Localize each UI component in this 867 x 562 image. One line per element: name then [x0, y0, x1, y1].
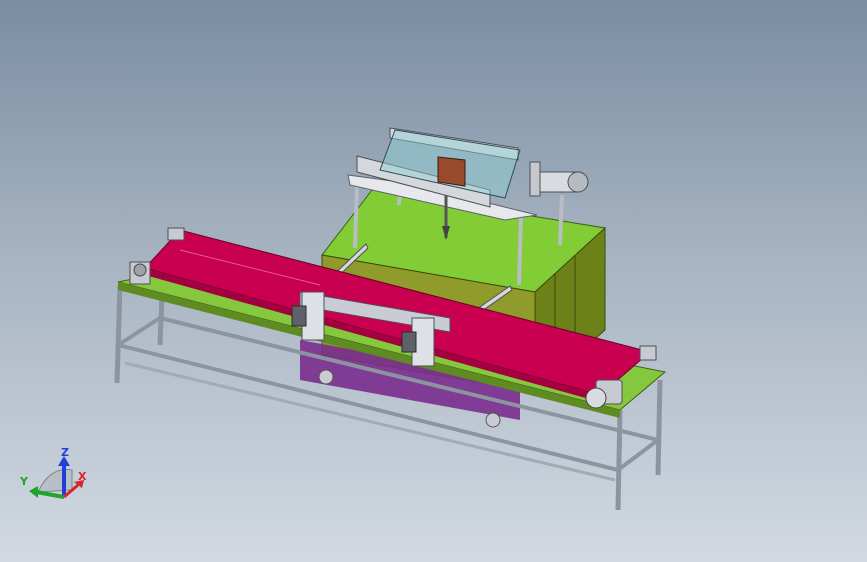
frame-leg	[655, 379, 663, 476]
gantry-leg	[353, 184, 359, 249]
drive-motor	[585, 387, 607, 409]
frame-leg	[615, 409, 623, 511]
conveyor-assembly-model[interactable]: Z Y X	[0, 0, 867, 562]
cylinder-cap	[567, 171, 589, 193]
gantry-leg	[517, 214, 523, 286]
triad-base-shape	[37, 468, 73, 493]
y-axis-arrowhead	[29, 486, 38, 498]
end-roller-bracket-right	[639, 345, 657, 361]
stopper-cylinder-left	[291, 305, 307, 327]
y-axis-arrow	[35, 490, 65, 499]
leveling-foot	[485, 412, 501, 428]
end-roller-left	[133, 263, 147, 277]
coordinate-triad: Z Y X	[19, 446, 87, 499]
frame-rail	[116, 316, 162, 347]
cylinder-bracket	[529, 161, 541, 197]
cad-viewport[interactable]: Z Y X	[0, 0, 867, 562]
frame-rail	[616, 438, 660, 472]
frame-leg	[114, 284, 123, 384]
y-axis-label: Y	[19, 475, 29, 488]
carriage-block	[437, 156, 466, 187]
end-roller-bracket-back	[167, 227, 185, 241]
x-axis-label: X	[78, 470, 87, 483]
gantry-leg	[558, 194, 564, 246]
leveling-foot	[318, 369, 334, 385]
z-axis-label: Z	[61, 446, 69, 459]
stopper-cylinder-right	[401, 331, 417, 353]
